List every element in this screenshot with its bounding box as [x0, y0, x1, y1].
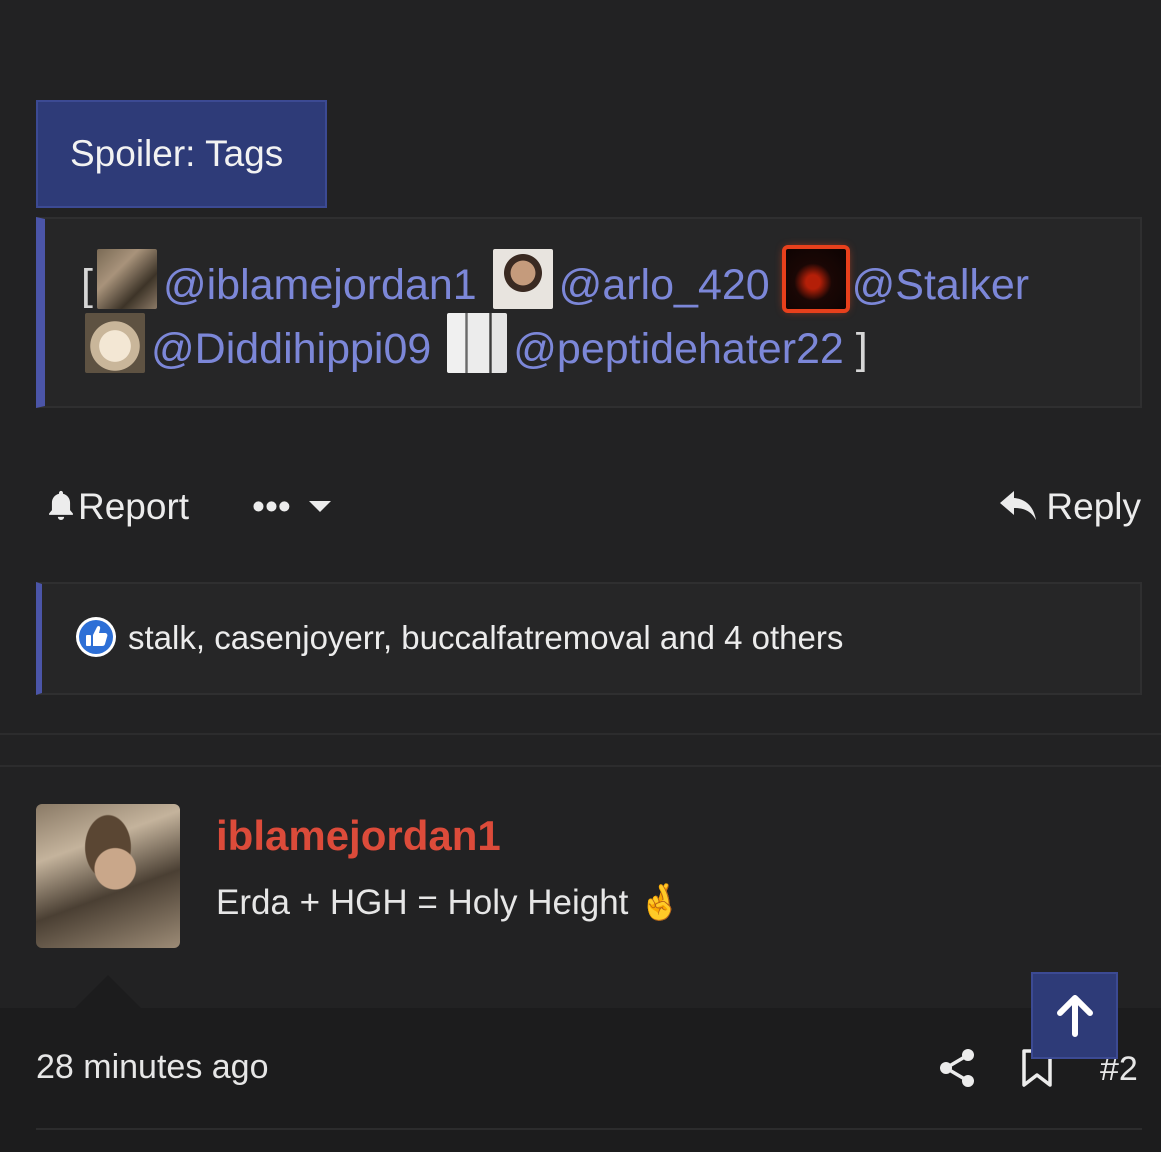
- mention-avatar-iblamejordan1[interactable]: [96, 249, 157, 309]
- arrow-up-icon: [1057, 995, 1093, 1037]
- comment-text: Erda + HGH = Holy Height 🤞: [216, 883, 682, 922]
- comment-username[interactable]: iblamejordan1: [216, 812, 501, 860]
- reply-label: Reply: [1046, 486, 1141, 527]
- mention-arlo-420[interactable]: @arlo_420: [559, 261, 770, 309]
- bell-icon: [49, 490, 73, 521]
- chevron-down-icon: [309, 501, 332, 512]
- section-divider: [0, 765, 1161, 767]
- comment-pointer: [74, 975, 142, 1009]
- comment-timestamp[interactable]: 28 minutes ago: [36, 1048, 269, 1087]
- reply-arrow-icon: [1000, 491, 1037, 520]
- mention-avatar-arlo-420[interactable]: [492, 249, 553, 309]
- more-dots-icon: •••: [252, 486, 291, 527]
- mention-avatar-peptidehater22[interactable]: [447, 313, 508, 373]
- mention-peptidehater22[interactable]: @peptidehater22: [513, 325, 844, 373]
- report-button[interactable]: Report: [44, 486, 189, 528]
- comment-avatar[interactable]: [36, 804, 180, 948]
- mention-iblamejordan1[interactable]: @iblamejordan1: [163, 261, 477, 309]
- section-divider: [0, 733, 1161, 735]
- open-bracket: [: [81, 261, 93, 309]
- tag-line-1: [ @iblamejordan1 @arlo_420 @Stalker: [81, 245, 1140, 313]
- close-bracket: ]: [855, 325, 868, 373]
- scroll-to-top-button[interactable]: [1031, 972, 1118, 1059]
- spoiler-content: [ @iblamejordan1 @arlo_420 @Stalker @Didd…: [36, 217, 1142, 408]
- thumbs-up-icon: [76, 617, 116, 657]
- spoiler-tags-button[interactable]: Spoiler: Tags: [36, 100, 327, 208]
- mention-avatar-stalker[interactable]: [781, 245, 850, 313]
- report-label: Report: [78, 486, 190, 527]
- post-actions: Report ••• Reply: [44, 480, 1141, 538]
- footer-divider: [36, 1128, 1142, 1130]
- reactions-summary[interactable]: stalk, casenjoyerr, buccalfatremoval and…: [36, 582, 1142, 695]
- more-options-menu[interactable]: •••: [252, 486, 333, 528]
- mention-diddihippi09[interactable]: @Diddihippi09: [151, 325, 431, 373]
- share-icon[interactable]: [938, 1048, 976, 1088]
- clipped-previous-text: [60, 0, 860, 8]
- reactions-text: stalk, casenjoyerr, buccalfatremoval and…: [128, 619, 844, 656]
- mention-avatar-diddihippi09[interactable]: [85, 313, 145, 373]
- mention-stalker[interactable]: @Stalker: [852, 261, 1029, 309]
- reply-button[interactable]: Reply: [998, 486, 1141, 528]
- tag-line-2: @Diddihippi09 @peptidehater22 ]: [81, 313, 1140, 377]
